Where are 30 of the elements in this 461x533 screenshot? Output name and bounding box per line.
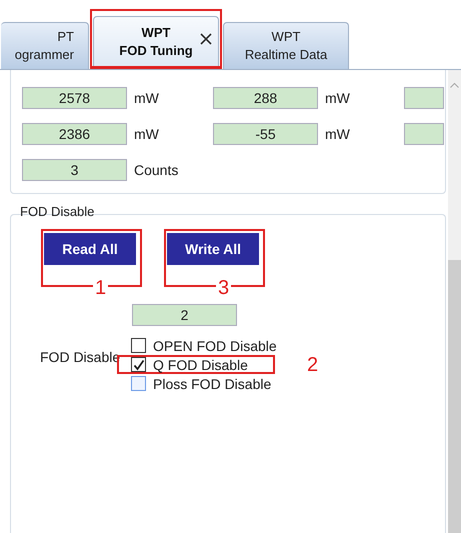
value-field[interactable] <box>404 123 444 145</box>
close-icon[interactable] <box>200 33 212 45</box>
checkbox-label: Ploss FOD Disable <box>153 376 272 392</box>
checkbox[interactable] <box>131 357 146 372</box>
scroll-up-icon[interactable] <box>450 82 459 88</box>
scroll-thumb[interactable] <box>448 260 461 533</box>
value-field[interactable]: 3 <box>22 159 127 181</box>
value-field[interactable]: -55 <box>213 123 318 145</box>
scrollbar[interactable] <box>448 70 461 533</box>
value-field[interactable] <box>404 87 444 109</box>
tab[interactable]: WPT Realtime Data <box>223 22 349 69</box>
checkbox-label: OPEN FOD Disable <box>153 338 277 354</box>
value-field[interactable]: 2578 <box>22 87 127 109</box>
read-all-button[interactable]: Read All <box>44 233 136 265</box>
group-title: FOD Disable <box>19 204 96 220</box>
checkbox[interactable] <box>131 338 146 353</box>
unit-label: mW <box>134 126 159 142</box>
checkbox[interactable] <box>131 376 146 391</box>
unit-label: mW <box>325 90 350 106</box>
value-field[interactable]: 2 <box>132 304 237 326</box>
value-field[interactable]: 2386 <box>22 123 127 145</box>
checkbox-label: Q FOD Disable <box>153 356 248 372</box>
field-label: FOD Disable <box>40 349 122 367</box>
tab[interactable]: PT ogrammer <box>1 22 89 69</box>
unit-label: mW <box>325 126 350 142</box>
tab[interactable]: WPT FOD Tuning <box>93 16 219 66</box>
unit-label: Counts <box>134 162 178 178</box>
value-field[interactable]: 288 <box>213 87 318 109</box>
write-all-button[interactable]: Write All <box>167 233 259 265</box>
unit-label: mW <box>134 90 159 106</box>
